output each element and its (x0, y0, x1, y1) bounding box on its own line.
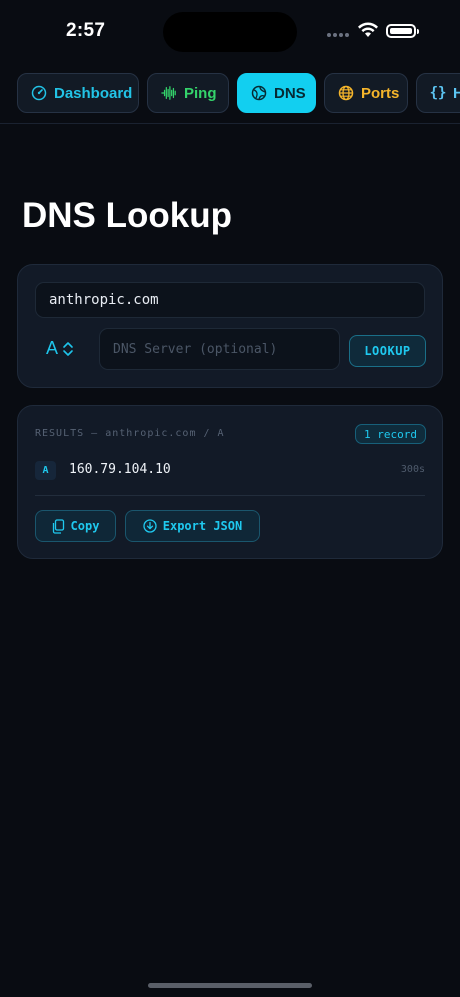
page-title: DNS Lookup (22, 196, 232, 235)
record-row[interactable]: A 160.79.104.10 300s (35, 461, 425, 481)
tab-label-dns: DNS (274, 84, 306, 102)
braces-icon: {} (429, 85, 447, 101)
waveform-icon (161, 85, 177, 101)
home-indicator[interactable] (148, 983, 312, 988)
battery-icon (386, 24, 419, 38)
record-value: 160.79.104.10 (69, 462, 171, 477)
copy-label: Copy (70, 519, 100, 533)
app-screen: 2:57 Dashboard Ping DNS Ports {} H DNS L… (0, 0, 460, 997)
tab-bar: Dashboard Ping DNS Ports {} H (17, 73, 460, 113)
record-type-value: A (46, 338, 59, 358)
tab-label-http: H (453, 84, 460, 102)
globe-icon (251, 85, 267, 101)
record-ttl: 300s (400, 464, 425, 475)
tab-label-ports: Ports (361, 84, 400, 102)
gauge-icon (31, 85, 47, 101)
tab-ports[interactable]: Ports (324, 73, 408, 113)
lookup-button[interactable]: LOOKUP (349, 335, 426, 367)
copy-button[interactable]: Copy (35, 510, 116, 542)
export-json-button[interactable]: Export JSON (125, 510, 260, 542)
tab-divider (0, 123, 460, 124)
tab-dns[interactable]: DNS (237, 73, 316, 113)
results-divider (35, 495, 425, 496)
network-globe-icon (338, 85, 354, 101)
status-time: 2:57 (66, 20, 106, 41)
record-type-chip: A (35, 461, 56, 480)
tab-http[interactable]: {} H (416, 73, 460, 113)
tab-label-ping: Ping (184, 84, 217, 102)
tab-label-dashboard: Dashboard (54, 84, 133, 102)
chevron-up-down-icon (63, 341, 73, 356)
export-json-label: Export JSON (162, 519, 243, 533)
record-type-select[interactable]: A (46, 338, 74, 359)
cellular-signal-icon (327, 33, 349, 37)
tab-ping[interactable]: Ping (147, 73, 229, 113)
dynamic-island (163, 12, 297, 52)
dns-server-input[interactable] (99, 328, 340, 370)
wifi-icon (358, 22, 378, 37)
lookup-card: A LOOKUP (17, 264, 443, 388)
tab-dashboard[interactable]: Dashboard (17, 73, 139, 113)
record-count-badge: 1 record (355, 424, 426, 444)
results-card: RESULTS — anthropic.com / A 1 record A 1… (17, 405, 443, 559)
copy-icon (52, 518, 64, 534)
domain-input[interactable] (35, 282, 425, 318)
results-header: RESULTS — anthropic.com / A (35, 428, 225, 439)
status-bar: 2:57 (0, 0, 460, 60)
download-circle-icon (143, 519, 157, 533)
